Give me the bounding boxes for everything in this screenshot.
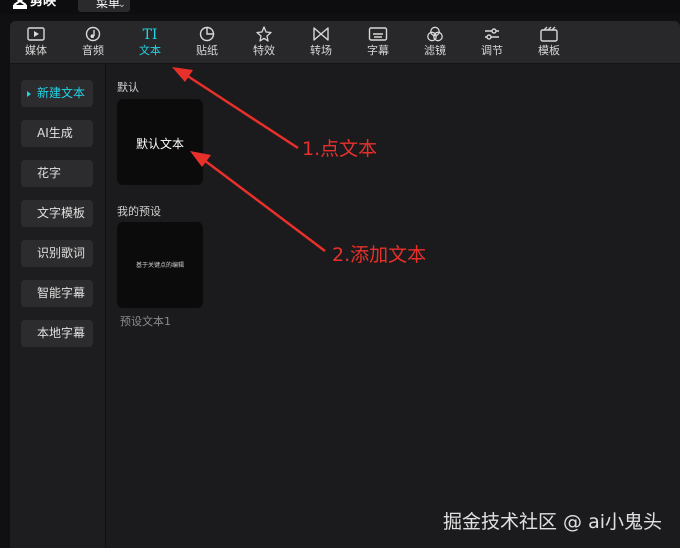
section-title-presets: 我的预设 (117, 205, 161, 218)
tab-media[interactable]: 媒体 (11, 23, 61, 63)
preset-caption: 预设文本1 (120, 315, 171, 328)
sidebar-item-text-template[interactable]: 文字模板 (21, 200, 93, 227)
sidebar-item-label: 新建文本 (37, 86, 86, 100)
tab-audio[interactable]: 音频 (68, 23, 118, 63)
material-panel: 媒体 音频 TI 文本 贴纸 特效 转场 字幕 滤镜 调节 模板 新建文本 AI… (10, 21, 680, 548)
active-indicator-icon (27, 91, 31, 97)
sidebar-item-lyrics[interactable]: 识别歌词 (21, 240, 93, 267)
tab-effects[interactable]: 特效 (239, 23, 289, 63)
adjust-icon (485, 28, 499, 40)
tab-text[interactable]: TI 文本 (125, 23, 175, 63)
sidebar-item-ai-generate[interactable]: AI生成 (21, 120, 93, 147)
card-text: 默认文本 (135, 137, 184, 151)
subtitle-icon (368, 27, 388, 41)
tab-label: 字幕 (367, 44, 389, 57)
tab-transition[interactable]: 转场 (296, 23, 346, 63)
card-text: 基于关键点的编辑 (135, 262, 184, 269)
tab-filter[interactable]: 滤镜 (410, 23, 460, 63)
capcut-logo-icon (13, 0, 27, 9)
sidebar-item-label: 智能字幕 (37, 286, 86, 300)
tab-label: 特效 (253, 44, 275, 57)
sticker-icon (199, 26, 215, 42)
tab-sticker[interactable]: 贴纸 (182, 23, 232, 63)
tab-label: 转场 (310, 44, 332, 57)
sidebar-item-label: 文字模板 (37, 206, 86, 220)
tab-label: 滤镜 (424, 44, 446, 57)
default-text-card[interactable]: 默认文本 (117, 99, 203, 185)
filter-icon (427, 26, 443, 42)
tab-label: 媒体 (25, 44, 47, 57)
app-title: 剪映 (30, 0, 57, 9)
sidebar: 新建文本 AI生成 花字 文字模板 识别歌词 智能字幕 本地字幕 (10, 64, 106, 548)
tab-label: 贴纸 (196, 44, 218, 57)
effects-icon (256, 26, 272, 42)
sidebar-item-label: AI生成 (37, 126, 73, 140)
sidebar-item-label: 花字 (37, 166, 62, 180)
chevron-down-icon: ⌄ (117, 0, 126, 10)
sidebar-item-fancy-text[interactable]: 花字 (21, 160, 93, 187)
watermark: 掘金技术社区 @ ai小鬼头 (442, 511, 662, 533)
sidebar-item-new-text[interactable]: 新建文本 (21, 80, 93, 107)
title-bar: 剪映 菜单 ⌄ (0, 0, 680, 14)
content-area: 默认 默认文本 我的预设 基于关键点的编辑 预设文本1 (106, 64, 680, 548)
tab-label: 调节 (481, 44, 503, 57)
toolbar: 媒体 音频 TI 文本 贴纸 特效 转场 字幕 滤镜 调节 模板 (10, 21, 680, 64)
svg-text:TI: TI (143, 27, 158, 42)
tab-template[interactable]: 模板 (524, 23, 574, 63)
tab-subtitle[interactable]: 字幕 (353, 23, 403, 63)
menu-button[interactable]: 菜单 ⌄ (78, 0, 130, 12)
preset-text-card[interactable]: 基于关键点的编辑 (117, 222, 203, 308)
audio-icon (85, 26, 101, 42)
text-icon: TI (143, 27, 158, 42)
sidebar-item-auto-captions[interactable]: 智能字幕 (21, 280, 93, 307)
menu-label: 菜单 (96, 0, 121, 10)
tab-label: 音频 (82, 44, 104, 57)
sidebar-item-label: 识别歌词 (37, 246, 86, 260)
sidebar-item-label: 本地字幕 (37, 326, 86, 340)
annotation-step1: 1.点文本 (302, 138, 378, 160)
sidebar-item-local-captions[interactable]: 本地字幕 (21, 320, 93, 347)
annotation-step2: 2.添加文本 (332, 244, 427, 266)
section-title-default: 默认 (117, 81, 139, 94)
tab-label: 文本 (139, 44, 161, 57)
tab-adjust[interactable]: 调节 (467, 23, 517, 63)
media-icon (27, 27, 45, 41)
transition-icon (313, 27, 329, 41)
tab-label: 模板 (538, 44, 560, 57)
template-icon (540, 26, 558, 42)
